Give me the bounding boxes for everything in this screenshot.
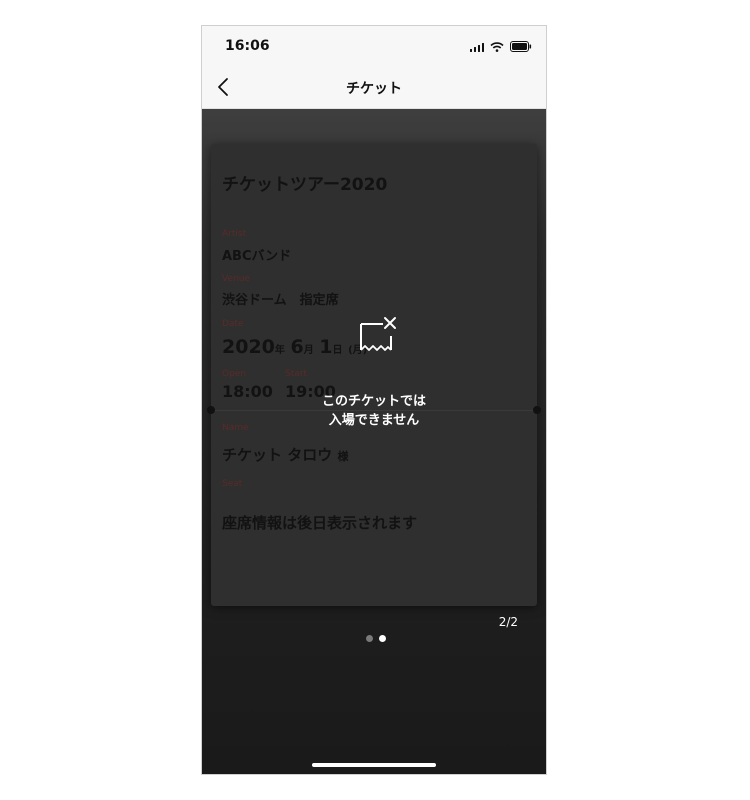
date-month: 6 [290, 336, 304, 358]
page-dots[interactable] [366, 635, 386, 642]
overlay-message: このチケットでは 入場できません [202, 392, 546, 430]
page-title: チケット [346, 81, 402, 97]
wifi-icon [490, 41, 504, 52]
name-suffix: 様 [337, 450, 349, 463]
date-year-unit: 年 [274, 345, 285, 356]
seat-label: Seat [222, 479, 243, 489]
holder-name: チケット タロウ [222, 446, 333, 464]
status-icons [469, 41, 533, 52]
page-dot-1[interactable] [366, 635, 373, 642]
artist-value: ABCバンド [222, 249, 292, 264]
venue-label: Venue [222, 274, 250, 284]
page-count: 2/2 [498, 615, 518, 629]
ticket-card[interactable]: チケットツアー2020 Artist ABCバンド Venue 渋谷ドーム 指定… [207, 144, 541, 606]
open-label: Open [222, 369, 247, 379]
status-bar: 16:06 [202, 26, 546, 68]
date-day: 1 [319, 336, 333, 358]
phone-screen: 16:06 チケット チケットツアー2020 Artist ABCバンド Ven… [201, 25, 547, 775]
date-day-unit: 日 [332, 345, 343, 356]
ticket-invalid-icon [360, 317, 396, 351]
date-year: 2020 [222, 336, 275, 358]
name-value: チケット タロウ 様 [222, 444, 348, 465]
ticket-title: チケットツアー2020 [222, 175, 388, 195]
seat-value: 座席情報は後日表示されます [222, 514, 418, 532]
home-indicator[interactable] [312, 763, 436, 767]
page-dot-2[interactable] [379, 635, 386, 642]
venue-value: 渋谷ドーム 指定席 [222, 293, 339, 308]
nav-bar: チケット [202, 68, 546, 109]
date-value: 2020年 6月 1日 (月) [222, 336, 367, 358]
artist-label: Artist [222, 229, 247, 239]
date-month-unit: 月 [303, 345, 314, 356]
signal-icon [469, 42, 484, 52]
date-label: Date [222, 319, 244, 329]
start-label: Start [285, 369, 307, 379]
status-time: 16:06 [225, 38, 270, 54]
overlay-line-1: このチケットでは [321, 394, 426, 409]
battery-icon [510, 41, 532, 52]
overlay-line-2: 入場できません [328, 413, 420, 428]
